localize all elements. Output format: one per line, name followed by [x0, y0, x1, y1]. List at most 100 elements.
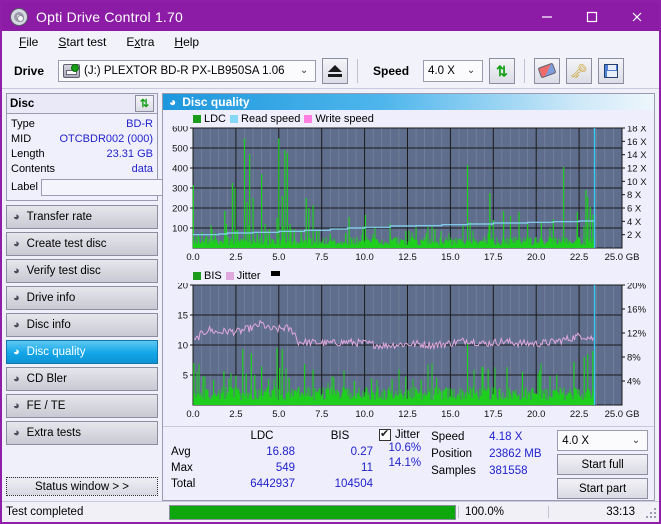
stats-max-bis: 11 — [361, 462, 373, 474]
maximize-icon[interactable] — [569, 2, 614, 31]
sidebar-item-fe-te[interactable]: ◕ FE / TE — [6, 394, 158, 418]
action-buttons: 4.0 X ⌄ Start full Start part — [557, 429, 648, 500]
menu-item-help[interactable]: Help — [165, 33, 208, 51]
test-speed-select[interactable]: 4.0 X ⌄ — [557, 430, 648, 451]
start-full-label: Start full — [581, 458, 624, 471]
legend-swatch-jitter — [225, 272, 234, 280]
svg-text:200: 200 — [172, 204, 188, 215]
svg-text:5: 5 — [183, 371, 188, 382]
speed-select[interactable]: 4.0 X ⌄ — [423, 59, 484, 82]
eject-icon — [328, 64, 343, 77]
menu-item-extra[interactable]: Extra — [117, 33, 163, 51]
speed-stat-label: Speed — [431, 431, 465, 443]
svg-text:7.5: 7.5 — [315, 252, 328, 263]
key-icon: 🗝 — [570, 62, 588, 79]
svg-text:12%: 12% — [627, 329, 647, 340]
menu-item-file[interactable]: File — [10, 33, 47, 51]
menu-label-file-rest: ile — [26, 35, 39, 49]
svg-text:12.5: 12.5 — [398, 409, 417, 420]
erase-button[interactable] — [534, 57, 561, 84]
disc-icon: ◕ — [13, 264, 20, 277]
stats-total-ldc: 6442937 — [250, 478, 295, 490]
start-part-button[interactable]: Start part — [557, 478, 648, 499]
sidebar-item-verify-test-disc[interactable]: ◕ Verify test disc — [6, 259, 158, 283]
disc-info-panel: Disc ⇅ Type BD-R MID OTCBDR002 (000) Len… — [6, 93, 241, 201]
samples-stat-value: 381558 — [489, 465, 528, 477]
sidebar-item-label: Create test disc — [26, 238, 107, 250]
start-full-button[interactable]: Start full — [557, 454, 648, 475]
svg-text:6 X: 6 X — [627, 204, 642, 215]
svg-text:22.5: 22.5 — [570, 409, 589, 420]
refresh-icon: ⇅ — [496, 62, 508, 79]
menu-item-start-test[interactable]: Start test — [49, 33, 115, 51]
legend-marker-black — [270, 270, 280, 276]
minimize-icon[interactable] — [524, 2, 569, 31]
disc-icon: ◕ — [13, 372, 20, 385]
svg-text:17.5: 17.5 — [484, 409, 503, 420]
svg-text:2.5: 2.5 — [229, 409, 242, 420]
disc-row-mid: MID OTCBDR002 (000) — [11, 132, 153, 146]
window-controls — [524, 2, 659, 31]
refresh-button[interactable]: ⇅ — [489, 57, 516, 84]
app-disc-icon — [10, 7, 28, 26]
menu-label-extra-rest: tra — [140, 35, 155, 49]
status-bar: Test completed 100.0% 33:13 — [2, 501, 659, 522]
sidebar-item-drive-info[interactable]: ◕ Drive info — [6, 286, 158, 310]
svg-text:20.0: 20.0 — [527, 409, 546, 420]
svg-text:2 X: 2 X — [627, 230, 642, 241]
eraser-icon — [537, 62, 557, 79]
sidebar: Disc ⇅ Type BD-R MID OTCBDR002 (000) Len… — [2, 89, 241, 501]
disc-rows: Type BD-R MID OTCBDR002 (000) Length 23.… — [7, 114, 241, 200]
ldc-chart[interactable]: 100 200 300 400 500 600 2 X 4 X 6 X 8 X 10 X 12 X 14… — [165, 124, 652, 269]
speed-label: Speed — [373, 63, 410, 78]
disc-icon: ◕ — [169, 95, 177, 109]
svg-text:100: 100 — [172, 224, 188, 235]
charts-area: LDC Read speed Write speed 100 200 300 400 5… — [163, 110, 654, 426]
disc-row-type: Type BD-R — [11, 117, 153, 131]
legend-item-ldc: LDC — [193, 113, 226, 125]
sidebar-item-cd-bler[interactable]: ◕ CD Bler — [6, 367, 158, 391]
panel-header: ◕ Disc quality — [163, 94, 654, 110]
sidebar-item-transfer-rate[interactable]: ◕ Transfer rate — [6, 205, 158, 229]
disc-row-mid-key: MID — [11, 133, 32, 145]
jitter-checkbox[interactable] — [379, 427, 391, 441]
bis-jitter-chart[interactable]: 5 10 15 20 4% 8% 12% 16% 20% 0.0 2.5 5.0 7.5 10.0 12.5… — [165, 281, 652, 426]
svg-text:17.5: 17.5 — [484, 252, 503, 263]
close-icon[interactable] — [614, 2, 659, 31]
drive-select[interactable]: (J:) PLEXTOR BD-R PX-LB950SA 1.06 ⌄ — [58, 59, 317, 82]
resize-grip-icon[interactable] — [643, 505, 657, 519]
disc-icon: ◕ — [13, 210, 20, 223]
drive-label: Drive — [14, 63, 45, 78]
error-stats-table: LDC BIS Avg 16.88 0.27 Max 549 11 Total … — [171, 429, 379, 500]
disc-icon: ◕ — [13, 318, 20, 331]
menu-label-start-test-rest: tart test — [66, 35, 107, 49]
position-stat-label: Position — [431, 448, 473, 460]
disc-refresh-button[interactable]: ⇅ — [135, 95, 154, 112]
sidebar-item-disc-quality[interactable]: ◕ Disc quality — [6, 340, 158, 364]
jitter-toggle[interactable]: Jitter — [379, 427, 431, 441]
status-window-button[interactable]: Status window > > — [6, 477, 158, 496]
stats-avg-bis: 0.27 — [350, 446, 373, 458]
svg-text:20.0: 20.0 — [527, 252, 546, 263]
svg-text:20%: 20% — [627, 283, 647, 292]
svg-text:5.0: 5.0 — [272, 409, 285, 420]
svg-text:0.0: 0.0 — [186, 252, 199, 263]
sidebar-item-extra-tests[interactable]: ◕ Extra tests — [6, 421, 158, 445]
key-button[interactable]: 🗝 — [566, 57, 593, 84]
sidebar-item-create-test-disc[interactable]: ◕ Create test disc — [6, 232, 158, 256]
legend-item-bis: BIS — [193, 270, 222, 282]
svg-text:5.0: 5.0 — [272, 252, 285, 263]
progress-bar — [169, 504, 456, 520]
sidebar-item-label: Drive info — [26, 292, 76, 304]
sidebar-item-label: FE / TE — [26, 400, 66, 412]
eject-button[interactable] — [322, 57, 349, 84]
ldc-chart-legend: LDC Read speed Write speed — [165, 112, 652, 126]
legend-label-write-speed: Write speed — [315, 113, 374, 125]
legend-swatch-read-speed — [230, 115, 239, 123]
jitter-stats: Jitter 10.6% 14.1% — [379, 427, 431, 500]
legend-label-bis: BIS — [204, 270, 222, 282]
save-button[interactable] — [598, 57, 625, 84]
disc-icon: ◕ — [13, 345, 20, 358]
sidebar-item-disc-info[interactable]: ◕ Disc info — [6, 313, 158, 337]
